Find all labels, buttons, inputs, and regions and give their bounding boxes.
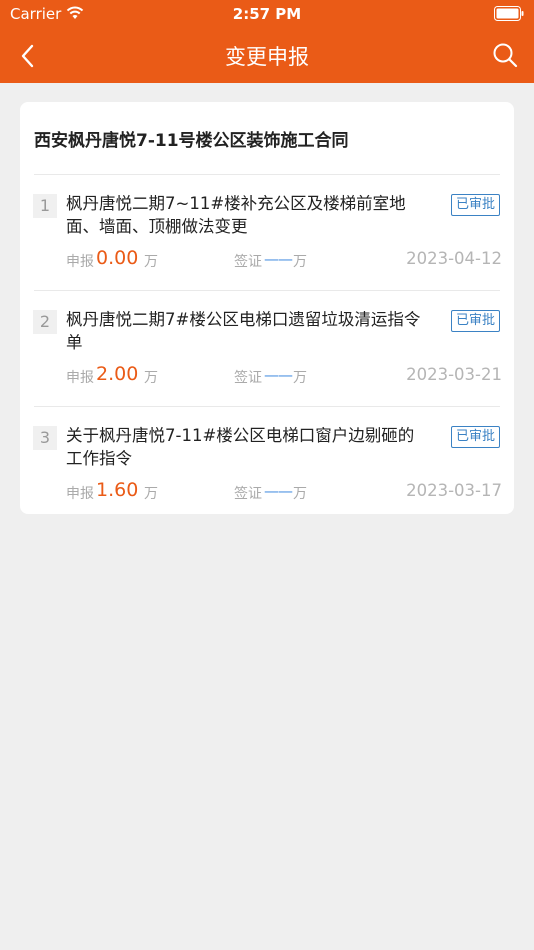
visa-label: 签证: [234, 370, 262, 386]
apply-amount: 1.60: [96, 479, 139, 501]
search-icon[interactable]: [492, 42, 518, 68]
item-date: 2023-03-21: [406, 365, 502, 384]
visa-label: 签证: [234, 254, 262, 270]
status-badge: 已审批: [450, 194, 500, 216]
visa-amount: ——: [264, 250, 293, 268]
item-index: 1: [33, 194, 57, 218]
battery-icon: [494, 6, 524, 21]
item-name: 关于枫丹唐悦7-11#楼公区电梯口窗户边剔砸的工作指令: [66, 426, 415, 468]
item-meta: 申报 2.00 万 签证 —— 万 2023-03-21: [66, 363, 502, 387]
item-date: 2023-04-12: [406, 249, 502, 268]
status-time: 2:57 PM: [232, 5, 302, 23]
apply-label: 申报: [66, 370, 94, 386]
item-meta: 申报 0.00 万 签证 —— 万 2023-04-12: [66, 247, 502, 271]
item-name: 枫丹唐悦二期7~11#楼补充公区及楼梯前室地面、墙面、顶棚做法变更: [66, 194, 406, 236]
visa-unit: 万: [293, 254, 307, 270]
contract-card: 西安枫丹唐悦7-11号楼公区装饰施工合同 1 枫丹唐悦二期7~11#楼补充公区及…: [20, 102, 514, 514]
apply-unit: 万: [144, 370, 158, 386]
change-item[interactable]: 3 关于枫丹唐悦7-11#楼公区电梯口窗户边剔砸的工作指令 已审批 申报 1.6…: [20, 407, 514, 523]
apply-label: 申报: [66, 254, 94, 270]
item-date: 2023-03-17: [406, 481, 502, 500]
visa-amount: ——: [264, 482, 293, 500]
page-title: 变更申报: [225, 45, 309, 69]
contract-title: 西安枫丹唐悦7-11号楼公区装饰施工合同: [34, 131, 349, 151]
apply-unit: 万: [144, 254, 158, 270]
visa-amount: ——: [264, 366, 293, 384]
apply-amount: 2.00: [96, 363, 139, 385]
status-bar: Carrier 2:57 PM: [0, 0, 534, 28]
apply-unit: 万: [144, 486, 158, 502]
item-index: 2: [33, 310, 57, 334]
apply-amount: 0.00: [96, 247, 139, 269]
visa-unit: 万: [293, 486, 307, 502]
visa-label: 签证: [234, 486, 262, 502]
item-index: 3: [33, 426, 57, 450]
nav-bar: 变更申报: [0, 28, 534, 83]
status-badge: 已审批: [450, 426, 500, 448]
item-name: 枫丹唐悦二期7#楼公区电梯口遗留垃圾清运指令单: [66, 310, 421, 352]
item-meta: 申报 1.60 万 签证 —— 万 2023-03-17: [66, 479, 502, 503]
visa-unit: 万: [293, 370, 307, 386]
change-item[interactable]: 1 枫丹唐悦二期7~11#楼补充公区及楼梯前室地面、墙面、顶棚做法变更 已审批 …: [20, 175, 514, 291]
apply-label: 申报: [66, 486, 94, 502]
status-badge: 已审批: [450, 310, 500, 332]
change-item[interactable]: 2 枫丹唐悦二期7#楼公区电梯口遗留垃圾清运指令单 已审批 申报 2.00 万 …: [20, 291, 514, 407]
